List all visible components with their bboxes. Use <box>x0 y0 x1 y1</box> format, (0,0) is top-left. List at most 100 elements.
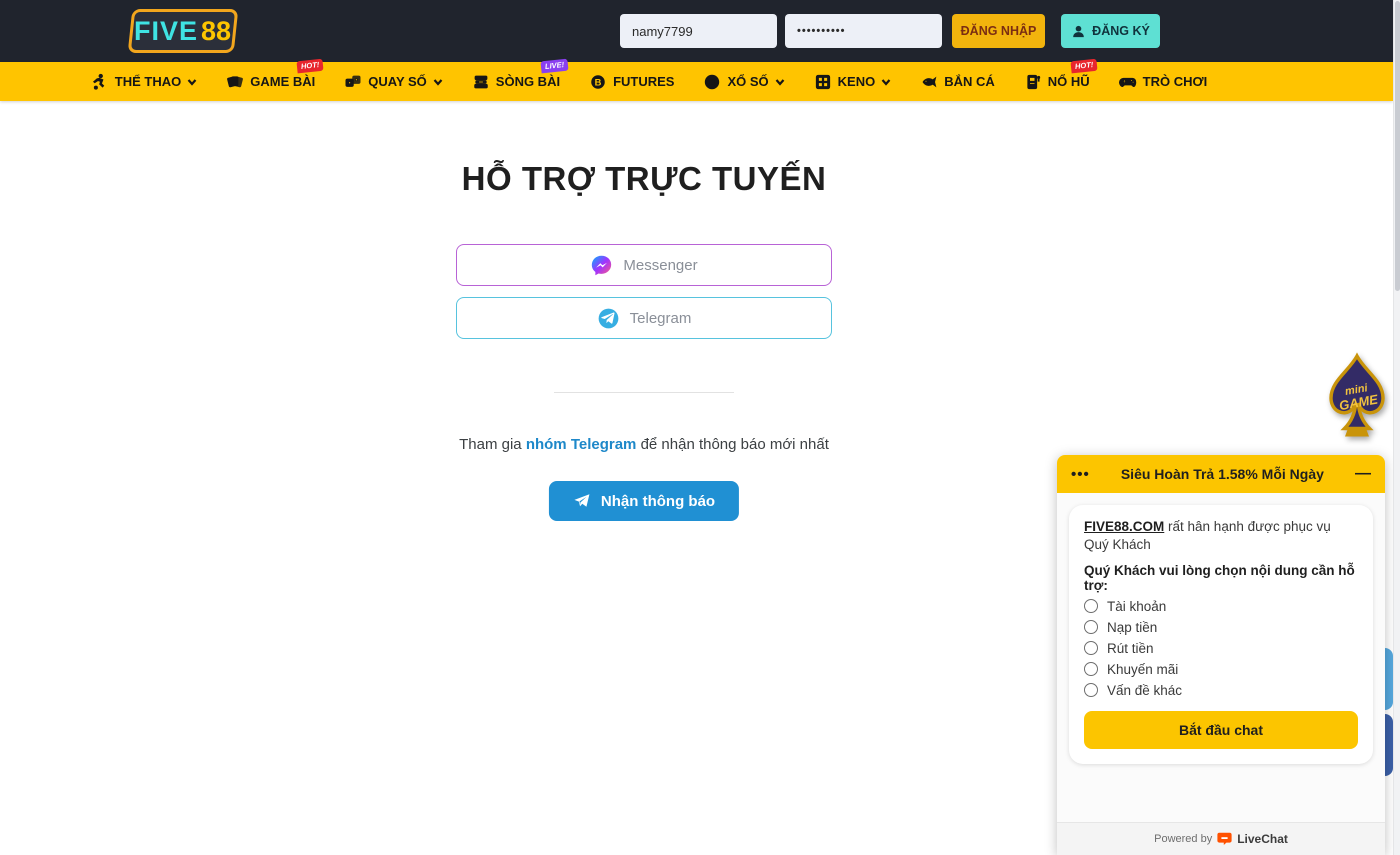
chevron-down-icon <box>775 77 785 87</box>
join-telegram-text: Tham gia nhóm Telegram để nhận thông báo… <box>459 436 829 453</box>
telegram-icon <box>597 307 620 330</box>
five88-logo[interactable]: FIVE 88 <box>128 9 239 53</box>
gamepad-icon <box>1119 73 1137 91</box>
page-scrollbar[interactable] <box>1393 0 1400 855</box>
messenger-icon <box>590 254 613 277</box>
chevron-down-icon <box>433 77 443 87</box>
hot-badge: HOT! <box>1071 58 1098 73</box>
minimize-icon[interactable]: — <box>1355 469 1371 479</box>
person-icon <box>1071 24 1086 39</box>
main-navigation: THỂ THAO GAME BÀI HOT! QUAY SỐ <box>0 62 1393 101</box>
livechat-header: ••• Siêu Hoàn Trả 1.58% Mỗi Ngày — <box>1057 455 1385 493</box>
page-title: HỖ TRỢ TRỰC TUYẾN <box>462 160 827 198</box>
join-prefix: Tham gia <box>459 436 526 453</box>
livechat-footer: Powered by LiveChat <box>1057 822 1385 855</box>
messenger-label: Messenger <box>623 257 697 274</box>
radio-icon[interactable] <box>1084 599 1098 613</box>
nav-item-ban-ca[interactable]: BẮN CÁ <box>920 73 995 91</box>
casino-chip-icon <box>472 73 490 91</box>
notify-label: Nhận thông báo <box>601 493 715 510</box>
nav-label: XỔ SỐ <box>727 74 768 89</box>
page-viewport: FIVE 88 ĐĂNG NHẬP ĐĂNG KÝ THỂ THAO <box>0 0 1393 855</box>
paper-plane-icon <box>573 492 591 510</box>
bitcoin-icon: B <box>589 73 607 91</box>
username-input[interactable] <box>620 14 777 48</box>
option-label: Tài khoản <box>1107 599 1166 614</box>
nav-label: BẮN CÁ <box>944 74 995 89</box>
livechat-brand-label[interactable]: LiveChat <box>1237 832 1288 846</box>
register-button[interactable]: ĐĂNG KÝ <box>1061 14 1160 48</box>
nav-item-futures[interactable]: B FUTURES <box>589 73 674 91</box>
spade-base <box>1345 429 1369 437</box>
live-badge: LIVE! <box>540 58 568 73</box>
nav-item-the-thao[interactable]: THỂ THAO <box>91 73 197 91</box>
brand-link[interactable]: FIVE88.COM <box>1084 519 1164 534</box>
option-khuyen-mai[interactable]: Khuyến mãi <box>1084 662 1358 677</box>
telegram-label: Telegram <box>630 310 692 327</box>
livechat-widget: ••• Siêu Hoàn Trả 1.58% Mỗi Ngày — FIVE8… <box>1057 455 1385 855</box>
support-prompt: Quý Khách vui lòng chọn nội dung cần hỗ … <box>1084 563 1358 593</box>
powered-by-text: Powered by <box>1154 833 1212 845</box>
nav-label: KENO <box>838 74 876 89</box>
nav-label: FUTURES <box>613 74 674 89</box>
nav-label: SÒNG BÀI <box>496 74 560 89</box>
receive-notifications-button[interactable]: Nhận thông báo <box>549 481 739 521</box>
messenger-button[interactable]: Messenger <box>456 244 832 286</box>
start-chat-button[interactable]: Bắt đầu chat <box>1084 711 1358 749</box>
hot-badge: HOT! <box>296 58 323 73</box>
greeting-text: FIVE88.COM rất hân hạnh được phục vụ Quý… <box>1084 518 1358 554</box>
radio-icon[interactable] <box>1084 620 1098 634</box>
svg-text:B: B <box>595 77 602 87</box>
chevron-down-icon <box>187 77 197 87</box>
keno-board-icon <box>814 73 832 91</box>
option-rut-tien[interactable]: Rút tiền <box>1084 641 1358 656</box>
nav-item-song-bai[interactable]: SÒNG BÀI LIVE! <box>472 73 560 91</box>
option-label: Khuyến mãi <box>1107 662 1178 677</box>
radio-icon[interactable] <box>1084 683 1098 697</box>
livechat-card: FIVE88.COM rất hân hạnh được phục vụ Quý… <box>1069 505 1373 764</box>
nav-item-no-hu[interactable]: NỔ HŨ HOT! <box>1024 73 1090 91</box>
option-label: Nạp tiền <box>1107 620 1157 635</box>
cards-icon <box>226 73 244 91</box>
slot-machine-icon <box>1024 73 1042 91</box>
telegram-group-link[interactable]: nhóm Telegram <box>526 436 637 453</box>
auth-bar: ĐĂNG NHẬP ĐĂNG KÝ <box>620 14 1160 48</box>
nav-label: GAME BÀI <box>250 74 315 89</box>
chevron-down-icon <box>881 77 891 87</box>
option-van-de-khac[interactable]: Vấn đề khác <box>1084 683 1358 698</box>
nav-label: NỔ HŨ <box>1048 74 1090 89</box>
nav-label: QUAY SỐ <box>368 74 427 89</box>
nav-label: TRÒ CHƠI <box>1143 74 1208 89</box>
logo-text-five: FIVE <box>134 16 198 47</box>
dice-icon <box>344 73 362 91</box>
top-header: FIVE 88 ĐĂNG NHẬP ĐĂNG KÝ <box>0 0 1393 62</box>
section-divider <box>554 392 734 393</box>
nav-item-quay-so[interactable]: QUAY SỐ <box>344 73 443 91</box>
livechat-title: Siêu Hoàn Trả 1.58% Mỗi Ngày <box>1090 466 1355 482</box>
nav-item-game-bai[interactable]: GAME BÀI HOT! <box>226 73 315 91</box>
scrollbar-thumb[interactable] <box>1395 1 1400 291</box>
telegram-button[interactable]: Telegram <box>456 297 832 339</box>
logo-text-88: 88 <box>201 16 231 47</box>
mini-game-widget[interactable]: mini GAME <box>1322 352 1392 442</box>
option-label: Rút tiền <box>1107 641 1154 656</box>
login-button[interactable]: ĐĂNG NHẬP <box>952 14 1045 48</box>
nav-item-xo-so[interactable]: XỔ SỐ <box>703 73 784 91</box>
password-input[interactable] <box>785 14 942 48</box>
menu-dots-icon[interactable]: ••• <box>1071 466 1090 483</box>
soccer-player-icon <box>91 73 109 91</box>
nav-item-keno[interactable]: KENO <box>814 73 892 91</box>
lottery-wheel-icon <box>703 73 721 91</box>
nav-label: THỂ THAO <box>115 74 181 89</box>
join-suffix: để nhận thông báo mới nhất <box>636 436 828 453</box>
fish-icon <box>920 73 938 91</box>
nav-item-tro-choi[interactable]: TRÒ CHƠI <box>1119 73 1208 91</box>
radio-icon[interactable] <box>1084 662 1098 676</box>
option-nap-tien[interactable]: Nạp tiền <box>1084 620 1358 635</box>
radio-icon[interactable] <box>1084 641 1098 655</box>
register-label: ĐĂNG KÝ <box>1092 24 1150 38</box>
livechat-logo-icon <box>1217 832 1232 846</box>
option-tai-khoan[interactable]: Tài khoản <box>1084 599 1358 614</box>
option-label: Vấn đề khác <box>1107 683 1182 698</box>
livechat-body: FIVE88.COM rất hân hạnh được phục vụ Quý… <box>1057 493 1385 822</box>
